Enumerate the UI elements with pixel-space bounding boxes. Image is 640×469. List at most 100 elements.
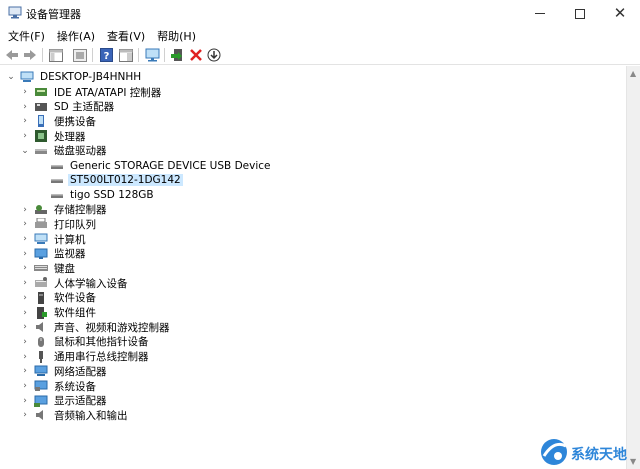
expand-chevron-icon[interactable]: › xyxy=(20,102,30,112)
tree-item-mice[interactable]: › 鼠标和其他指针设备 xyxy=(20,335,151,350)
expand-chevron-icon[interactable]: › xyxy=(20,322,30,332)
help-button[interactable]: ? xyxy=(98,47,114,63)
tree-item-disk-drives[interactable]: ⌄ 磁盘驱动器 xyxy=(20,144,109,159)
tree-item-usb-controllers[interactable]: › 通用串行总线控制器 xyxy=(20,349,151,364)
tree-item-monitors[interactable]: › 监视器 xyxy=(20,246,88,261)
expand-chevron-icon[interactable]: › xyxy=(20,116,30,126)
disk-icon xyxy=(51,193,63,198)
properties-view-button[interactable] xyxy=(72,47,88,63)
toolbar-separator xyxy=(138,48,139,62)
scan-hardware-button[interactable] xyxy=(144,47,160,63)
tree-root-label: DESKTOP-JB4HNHH xyxy=(40,71,142,84)
expand-chevron-icon[interactable]: › xyxy=(20,249,30,259)
printer-icon xyxy=(35,218,47,229)
tree-item-ide-controllers[interactable]: › IDE ATA/ATAPI 控制器 xyxy=(20,85,163,100)
down-arrow-circle-icon xyxy=(207,48,221,62)
close-icon: ✕ xyxy=(613,4,627,22)
menu-view[interactable]: 查看(V) xyxy=(107,27,145,45)
computer-root-icon xyxy=(20,71,34,83)
expand-chevron-icon[interactable]: › xyxy=(20,205,30,215)
hid-icon xyxy=(35,277,47,288)
uninstall-device-button[interactable] xyxy=(188,47,204,63)
expand-chevron-icon[interactable]: › xyxy=(20,381,30,391)
disk-icon xyxy=(51,179,63,184)
portable-device-icon xyxy=(38,115,44,128)
software-device-icon xyxy=(38,291,44,304)
show-hide-console-tree-button[interactable] xyxy=(48,47,64,63)
update-driver-icon xyxy=(171,49,182,61)
network-adapter-icon xyxy=(34,365,48,377)
menu-file[interactable]: 文件(F) xyxy=(8,27,45,45)
collapse-chevron-icon[interactable]: ⌄ xyxy=(20,146,30,156)
expand-chevron-icon[interactable]: › xyxy=(20,131,30,141)
tree-item-audio-io[interactable]: › 音频输入和输出 xyxy=(20,408,130,423)
tree-item-software-components[interactable]: › 软件组件 xyxy=(20,305,98,320)
close-button[interactable]: ✕ xyxy=(600,0,640,27)
device-manager-app-icon xyxy=(8,6,22,19)
watermark-logo-icon xyxy=(541,439,567,465)
tree-item-sound-video-game[interactable]: › 声音、视频和游戏控制器 xyxy=(20,320,172,335)
collapse-chevron-icon[interactable]: ⌄ xyxy=(6,72,16,82)
vertical-scrollbar[interactable]: ▲ ▼ xyxy=(626,66,640,469)
tree-item-sd-host-adapters[interactable]: › SD 主适配器 xyxy=(20,99,116,114)
menu-action[interactable]: 操作(A) xyxy=(57,27,95,45)
tree-child-tigo-ssd[interactable]: tigo SSD 128GB xyxy=(46,188,156,203)
tree-root[interactable]: ⌄ DESKTOP-JB4HNHH xyxy=(6,70,143,85)
watermark-text: 系统天地 xyxy=(571,447,627,463)
window-title: 设备管理器 xyxy=(26,8,81,21)
tree-child-st500lt012[interactable]: ST500LT012-1DG142 xyxy=(46,173,183,188)
forward-arrow-icon xyxy=(24,50,36,60)
menu-help[interactable]: 帮助(H) xyxy=(157,27,196,45)
audio-io-icon xyxy=(36,410,43,421)
expand-chevron-icon[interactable]: › xyxy=(20,278,30,288)
expand-chevron-icon[interactable]: › xyxy=(20,410,30,420)
scan-hardware-icon xyxy=(145,48,159,62)
back-button[interactable] xyxy=(4,47,20,63)
maximize-button[interactable] xyxy=(560,0,600,27)
toolbar-separator xyxy=(42,48,43,62)
processor-icon xyxy=(35,130,47,143)
expand-chevron-icon[interactable]: › xyxy=(20,293,30,303)
tree-item-print-queues[interactable]: › 打印队列 xyxy=(20,217,98,232)
expand-chevron-icon[interactable]: › xyxy=(20,352,30,362)
minimize-icon xyxy=(535,13,545,14)
device-tree[interactable]: ⌄ DESKTOP-JB4HNHH › IDE ATA/ATAPI 控制器 › … xyxy=(0,66,626,469)
expand-chevron-icon[interactable]: › xyxy=(20,87,30,97)
console-tree-icon xyxy=(49,48,63,62)
action-pane-button[interactable] xyxy=(118,47,134,63)
monitor-icon xyxy=(34,248,48,259)
tree-item-system-devices[interactable]: › 系统设备 xyxy=(20,379,98,394)
expand-chevron-icon[interactable]: › xyxy=(20,337,30,347)
expand-chevron-icon[interactable]: › xyxy=(20,219,30,229)
enable-device-button[interactable] xyxy=(206,47,222,63)
tree-item-hid[interactable]: › 人体学输入设备 xyxy=(20,276,130,291)
tree-item-display-adapters[interactable]: › 显示适配器 xyxy=(20,393,109,408)
toolbar: ? xyxy=(0,45,640,65)
disk-drive-icon xyxy=(35,148,47,154)
help-icon: ? xyxy=(99,48,113,62)
scroll-up-arrow-icon[interactable]: ▲ xyxy=(630,69,636,78)
expand-chevron-icon[interactable]: › xyxy=(20,366,30,376)
keyboard-icon xyxy=(34,265,48,272)
expand-chevron-icon[interactable]: › xyxy=(20,396,30,406)
expand-chevron-icon[interactable]: › xyxy=(20,263,30,273)
tree-item-software-devices[interactable]: › 软件设备 xyxy=(20,291,98,306)
red-x-icon xyxy=(190,49,202,61)
disk-icon xyxy=(51,164,63,169)
sd-host-icon xyxy=(35,102,47,111)
tree-child-generic-storage[interactable]: Generic STORAGE DEVICE USB Device xyxy=(46,158,272,173)
forward-button[interactable] xyxy=(22,47,38,63)
toolbar-separator xyxy=(164,48,165,62)
tree-item-storage-controllers[interactable]: › 存储控制器 xyxy=(20,202,109,217)
update-driver-button[interactable] xyxy=(170,47,186,63)
storage-controller-icon xyxy=(35,204,47,214)
expand-chevron-icon[interactable]: › xyxy=(20,308,30,318)
tree-item-computer[interactable]: › 计算机 xyxy=(20,232,88,247)
expand-chevron-icon[interactable]: › xyxy=(20,234,30,244)
title-bar: 设备管理器 ✕ xyxy=(0,0,640,27)
tree-item-network-adapters[interactable]: › 网络适配器 xyxy=(20,364,109,379)
tree-item-portable-devices[interactable]: › 便携设备 xyxy=(20,114,98,129)
minimize-button[interactable] xyxy=(520,0,560,27)
tree-item-processors[interactable]: › 处理器 xyxy=(20,129,88,144)
tree-item-keyboards[interactable]: › 键盘 xyxy=(20,261,77,276)
